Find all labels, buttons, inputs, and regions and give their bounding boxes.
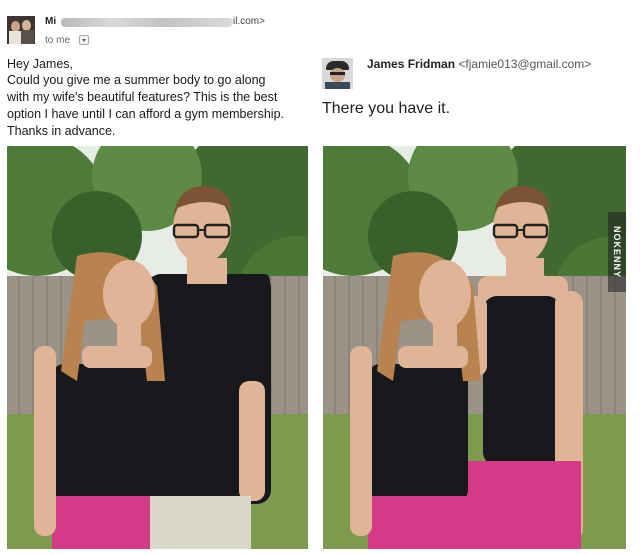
original-photo [7, 146, 308, 549]
watermark: NOKENNY [608, 212, 626, 292]
message-line: Thanks in advance. [7, 124, 116, 138]
sender-avatar [7, 16, 35, 44]
edited-photo [323, 146, 626, 549]
reply-sender-avatar [322, 58, 353, 89]
reply-sender-name: James Fridman [367, 57, 456, 71]
reply-text: There you have it. [322, 100, 451, 117]
message-line: Hey James, [7, 57, 73, 71]
recipient-details-dropdown[interactable] [79, 35, 89, 45]
message-line: Could you give me a summer body to go al… [7, 73, 266, 87]
message-line: option I have until I can afford a gym m… [7, 107, 285, 121]
message-line: with my wife's beautiful features? This … [7, 90, 278, 104]
watermark-text: NOKENNY [612, 225, 622, 279]
reply-sender: James Fridman <fjamie013@gmail.com> [367, 57, 591, 71]
sender-name: Mi [45, 16, 57, 27]
redacted-email [61, 18, 233, 27]
reply-sender-email: <fjamie013@gmail.com> [458, 57, 592, 71]
sender-email-domain: il.com> [233, 16, 265, 27]
recipient-label: to me [45, 35, 71, 46]
